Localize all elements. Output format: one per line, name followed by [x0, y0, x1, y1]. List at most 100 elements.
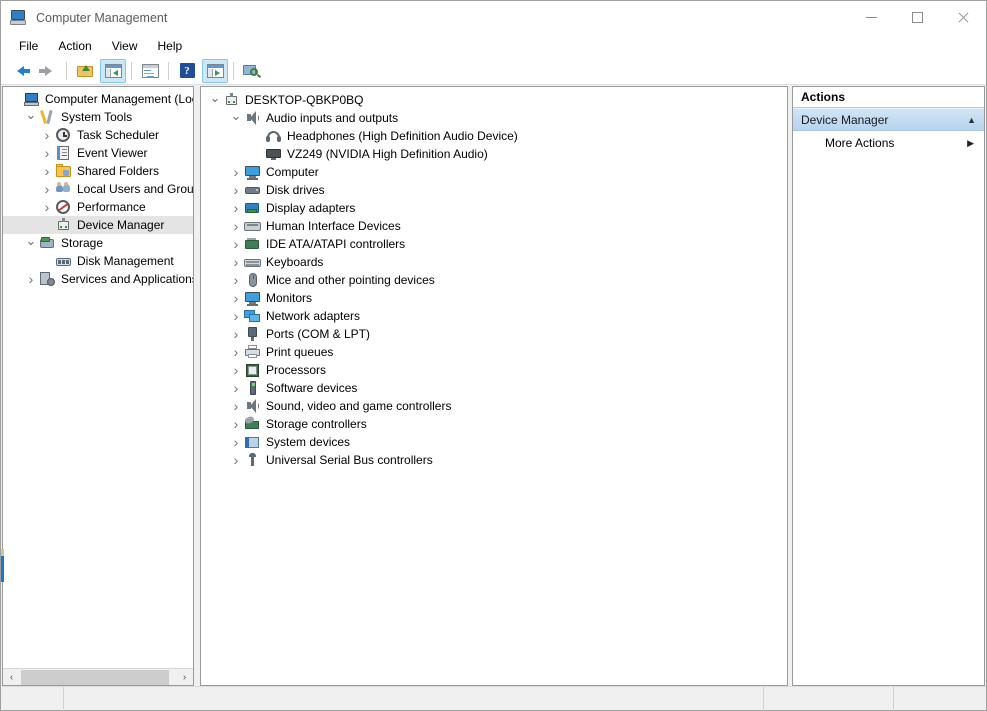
- help-button[interactable]: ?: [174, 59, 200, 83]
- device-tree-item-row[interactable]: Universal Serial Bus controllers: [201, 451, 787, 469]
- chevron-right-icon[interactable]: [228, 181, 244, 199]
- device-tree-item-row[interactable]: Mice and other pointing devices: [201, 271, 787, 289]
- device-tree-item-row[interactable]: Sound, video and game controllers: [201, 397, 787, 415]
- chevron-right-icon[interactable]: [228, 379, 244, 397]
- chevron-right-icon[interactable]: [228, 289, 244, 307]
- minimize-button[interactable]: [848, 1, 894, 34]
- display-audio-icon: [265, 146, 282, 162]
- twisty-spacer: [249, 145, 265, 163]
- chevron-right-icon[interactable]: [228, 415, 244, 433]
- console-tree-item-row[interactable]: Disk Management: [3, 252, 193, 270]
- computer-icon: [244, 164, 261, 180]
- chevron-right-icon[interactable]: [39, 162, 55, 180]
- console-tree-item-label: Storage: [61, 234, 109, 252]
- chevron-right-icon[interactable]: [228, 217, 244, 235]
- device-tree-item-row[interactable]: System devices: [201, 433, 787, 451]
- up-one-level-button[interactable]: [72, 59, 98, 83]
- hscroll-thumb[interactable]: [21, 670, 169, 685]
- console-tree-item-row[interactable]: Performance: [3, 198, 193, 216]
- chevron-right-icon[interactable]: [228, 271, 244, 289]
- console-tree-item-row[interactable]: Local Users and Groups: [3, 180, 193, 198]
- device-tree-item-row[interactable]: VZ249 (NVIDIA High Definition Audio): [201, 145, 787, 163]
- chevron-right-icon[interactable]: [228, 361, 244, 379]
- maximize-button[interactable]: [894, 1, 940, 34]
- device-tree-item-label: Audio inputs and outputs: [266, 109, 404, 127]
- action-more-actions[interactable]: More Actions ▶: [793, 131, 984, 155]
- chevron-right-icon[interactable]: [228, 199, 244, 217]
- menu-file[interactable]: File: [9, 36, 48, 56]
- chevron-right-icon[interactable]: [228, 253, 244, 271]
- device-tree-item-row[interactable]: Software devices: [201, 379, 787, 397]
- task-scheduler-icon: [55, 127, 72, 143]
- device-tree-item-row[interactable]: Human Interface Devices: [201, 217, 787, 235]
- chevron-right-icon[interactable]: [228, 397, 244, 415]
- device-tree-item-row[interactable]: Monitors: [201, 289, 787, 307]
- chevron-right-icon[interactable]: [39, 144, 55, 162]
- hscroll-right-arrow[interactable]: ›: [176, 669, 193, 686]
- device-manager-icon: [55, 217, 72, 233]
- hid-icon: [244, 218, 261, 234]
- chevron-down-icon[interactable]: [228, 109, 244, 127]
- console-tree[interactable]: Computer Management (LocalSystem ToolsTa…: [3, 87, 193, 668]
- chevron-right-icon[interactable]: [228, 325, 244, 343]
- device-tree-item-row[interactable]: Network adapters: [201, 307, 787, 325]
- device-tree-item-row[interactable]: Ports (COM & LPT): [201, 325, 787, 343]
- chevron-right-icon[interactable]: [39, 180, 55, 198]
- storage-controller-icon: [244, 416, 261, 432]
- console-tree-item-row[interactable]: Services and Applications: [3, 270, 193, 288]
- device-tree-item-row[interactable]: Headphones (High Definition Audio Device…: [201, 127, 787, 145]
- menu-view[interactable]: View: [102, 36, 148, 56]
- console-tree-item-row[interactable]: Event Viewer: [3, 144, 193, 162]
- scan-hardware-button[interactable]: [239, 59, 265, 83]
- hscroll-track[interactable]: [20, 669, 176, 686]
- chevron-up-icon[interactable]: ▲: [967, 115, 976, 125]
- mouse-icon: [244, 272, 261, 288]
- chevron-down-icon[interactable]: [23, 234, 39, 252]
- console-tree-item-row[interactable]: Task Scheduler: [3, 126, 193, 144]
- device-tree-item-row[interactable]: Audio inputs and outputs: [201, 109, 787, 127]
- console-tree-item-row[interactable]: Shared Folders: [3, 162, 193, 180]
- device-tree-item-row[interactable]: Computer: [201, 163, 787, 181]
- close-icon: [957, 12, 969, 24]
- forward-button[interactable]: [35, 59, 61, 83]
- menu-action[interactable]: Action: [48, 36, 101, 56]
- show-tree-pane-button[interactable]: [100, 59, 126, 83]
- console-tree-hscrollbar[interactable]: ‹ ›: [3, 668, 193, 685]
- toolbar-separator: [66, 62, 67, 80]
- chevron-down-icon[interactable]: [23, 108, 39, 126]
- chevron-right-icon[interactable]: [228, 307, 244, 325]
- chevron-right-icon[interactable]: [228, 235, 244, 253]
- device-tree-item-row[interactable]: Disk drives: [201, 181, 787, 199]
- console-tree-item-row[interactable]: Storage: [3, 234, 193, 252]
- scan-hardware-icon: [243, 63, 261, 78]
- network-adapter-icon: [244, 308, 261, 324]
- console-tree-item-row[interactable]: System Tools: [3, 108, 193, 126]
- chevron-right-icon[interactable]: [23, 270, 39, 288]
- device-tree-item-row[interactable]: Display adapters: [201, 199, 787, 217]
- actions-group-device-manager[interactable]: Device Manager ▲: [793, 108, 984, 131]
- chevron-right-icon[interactable]: [228, 451, 244, 469]
- show-action-pane-button[interactable]: [202, 59, 228, 83]
- device-tree[interactable]: DESKTOP-QBKP0BQAudio inputs and outputsH…: [201, 87, 787, 469]
- console-tree-item-row[interactable]: Device Manager: [3, 216, 193, 234]
- device-tree-item-row[interactable]: Keyboards: [201, 253, 787, 271]
- menu-help[interactable]: Help: [148, 36, 193, 56]
- close-button[interactable]: [940, 1, 986, 34]
- device-tree-item-row[interactable]: IDE ATA/ATAPI controllers: [201, 235, 787, 253]
- chevron-down-icon[interactable]: [207, 91, 223, 109]
- chevron-right-icon[interactable]: [228, 433, 244, 451]
- properties-button[interactable]: [137, 59, 163, 83]
- chevron-right-icon[interactable]: [228, 343, 244, 361]
- back-button[interactable]: [7, 59, 33, 83]
- menu-bar: File Action View Help: [1, 34, 986, 57]
- device-tree-item-row[interactable]: DESKTOP-QBKP0BQ: [201, 91, 787, 109]
- hscroll-left-arrow[interactable]: ‹: [3, 669, 20, 686]
- console-tree-item-row[interactable]: Computer Management (Local: [3, 90, 193, 108]
- device-tree-item-row[interactable]: Print queues: [201, 343, 787, 361]
- chevron-right-icon[interactable]: [39, 126, 55, 144]
- device-tree-item-row[interactable]: Processors: [201, 361, 787, 379]
- console-tree-item-label: Computer Management (Local: [45, 90, 193, 108]
- chevron-right-icon[interactable]: [228, 163, 244, 181]
- chevron-right-icon[interactable]: [39, 198, 55, 216]
- device-tree-item-row[interactable]: Storage controllers: [201, 415, 787, 433]
